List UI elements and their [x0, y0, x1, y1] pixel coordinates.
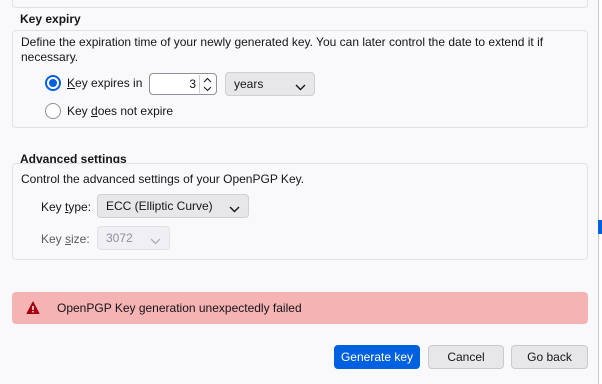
key-type-select[interactable]: ECC (Elliptic Curve) [97, 194, 249, 218]
window-edge [598, 0, 602, 384]
error-notification: OpenPGP Key generation unexpectedly fail… [12, 292, 588, 324]
expiry-unit-value: years [234, 77, 264, 91]
key-type-value: ECC (Elliptic Curve) [106, 199, 213, 213]
previous-group-box [12, 0, 588, 8]
expiry-amount-value: 3 [189, 77, 196, 91]
warning-icon [26, 301, 40, 315]
spin-up-icon[interactable] [200, 75, 215, 84]
no-expire-label-prefix: Key [67, 104, 92, 118]
advanced-settings-group: Control the advanced settings of your Op… [12, 163, 588, 260]
go-back-button[interactable]: Go back [511, 345, 588, 369]
key-no-expire-radio[interactable] [45, 103, 61, 119]
key-expires-access-key: K [67, 76, 76, 90]
key-size-value: 3072 [106, 231, 133, 245]
error-message: OpenPGP Key generation unexpectedly fail… [57, 301, 302, 315]
cancel-button[interactable]: Cancel [428, 345, 504, 369]
key-expiry-description: Define the expiration time of your newly… [21, 35, 544, 64]
key-expires-label[interactable]: Key expires in [67, 76, 142, 90]
chevron-down-icon [229, 202, 240, 216]
key-no-expire-label[interactable]: Key does not expire [67, 104, 173, 118]
key-type-label-rest: ype: [68, 200, 92, 214]
spin-down-icon[interactable] [200, 84, 215, 93]
expiry-amount-input[interactable]: 3 [149, 73, 217, 95]
key-type-label: Key type: [41, 200, 91, 214]
chevron-down-icon [150, 234, 161, 248]
no-expire-access-key: d [91, 104, 98, 118]
key-size-label-rest: ize: [71, 232, 90, 246]
chevron-down-icon [295, 80, 306, 94]
key-expires-label-text: ey expires in [75, 76, 143, 90]
key-size-select: 3072 [97, 226, 170, 250]
key-expiry-legend: Key expiry [20, 12, 81, 26]
key-expiry-group: Define the expiration time of your newly… [12, 30, 588, 128]
key-type-label-prefix: Key [41, 200, 66, 214]
generate-key-button[interactable]: Generate key [334, 345, 420, 369]
expiry-amount-spinner[interactable] [199, 75, 215, 93]
advanced-description: Control the advanced settings of your Op… [21, 172, 305, 186]
key-size-label: Key size: [41, 232, 90, 246]
scrollbar-thumb[interactable] [598, 220, 602, 234]
key-size-label-prefix: Key [41, 232, 66, 246]
no-expire-label-rest: oes not expire [97, 104, 174, 118]
expiry-unit-select[interactable]: years [225, 72, 315, 96]
key-expires-radio[interactable] [45, 75, 61, 91]
